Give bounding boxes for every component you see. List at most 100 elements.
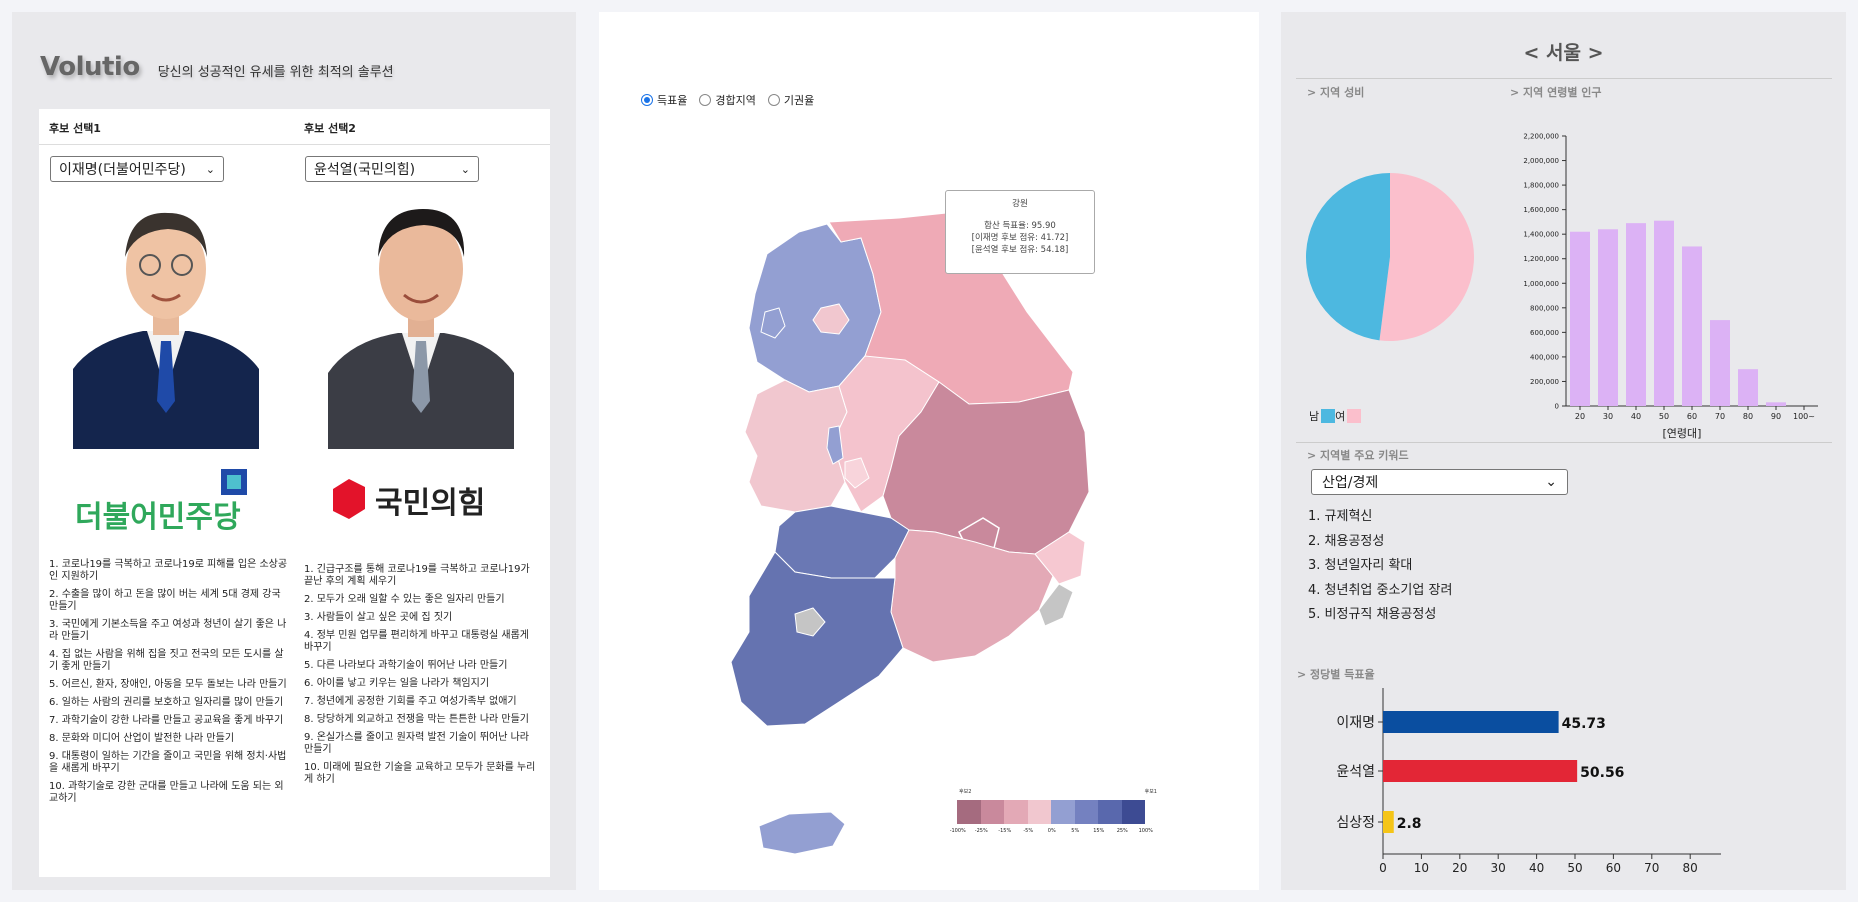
pledge-item: 5. 다른 나라보다 과학기술이 뛰어난 나라 만들기 (304, 660, 508, 671)
y-tick-label: 2,200,000 (1523, 133, 1559, 141)
legend-tick: -5% (1023, 828, 1034, 834)
x-tick-label: 40 (1631, 412, 1641, 421)
pledge-item: 8. 당당하게 외교하고 전쟁을 막는 튼튼한 나라 만들기 (304, 714, 529, 725)
vote-bar (1383, 711, 1559, 733)
pie-slice-female (1379, 173, 1474, 341)
tooltip-region: 강원 (1012, 199, 1028, 209)
region-jeonnam (730, 551, 904, 727)
pledge-item: 7. 청년에게 공정한 기회를 주고 여성가족부 없애기 (304, 696, 517, 707)
y-tick-label: 1,400,000 (1523, 231, 1559, 239)
region-title[interactable]: < 서울 > (1281, 38, 1846, 65)
x-tick-label: 90 (1771, 412, 1781, 421)
korea-choropleth-map (730, 209, 1090, 855)
map-legend: 후보2 후보1 -100% -25% -15% -5% 0% 5% 15% 25% 100% (950, 788, 1158, 834)
pie-slice-male (1305, 173, 1390, 341)
keyword-item: 4. 청년취업 중소기업 장려 (1308, 582, 1453, 598)
legend-tick: 100% (1138, 828, 1153, 834)
legend-swatch (1121, 800, 1145, 824)
x-tick-label: 80 (1683, 861, 1698, 875)
x-tick-label: 60 (1687, 412, 1697, 421)
x-tick-label: 60 (1606, 861, 1621, 875)
candidate-label: 이재명 (1336, 715, 1375, 731)
candidate2-photo (328, 191, 514, 449)
legend-color-scale (957, 800, 1158, 824)
party1-logo: 더불어민주당 (73, 469, 273, 535)
pledge-item: 9. 대통령이 일하는 기간을 줄이고 국민을 위해 정치·사법을 새롭게 바꾸… (49, 751, 287, 774)
tagline: 당신의 성공적인 유세를 위한 최적의 솔루션 (157, 64, 394, 80)
keyword-category-select[interactable]: 산업/경제 ⌄ (1311, 469, 1568, 495)
legend-tick: -25% (974, 828, 988, 834)
map-legend-labels: 후보2 후보1 (957, 788, 1157, 798)
age-bar (1738, 369, 1758, 406)
y-tick-label: 800,000 (1530, 304, 1559, 312)
y-tick-label: 1,600,000 (1523, 206, 1559, 214)
y-tick-label: 0 (1555, 403, 1559, 411)
legend-swatch (957, 800, 981, 824)
region-jeonbuk (774, 505, 910, 579)
x-tick-label: 70 (1644, 861, 1659, 875)
vote-bar (1383, 811, 1394, 833)
legend-ticks: -100% -25% -15% -5% 0% 5% 15% 25% 100% (946, 828, 1158, 834)
pledge-item: 6. 일하는 사람의 권리를 보호하고 일자리를 많이 만들기 (49, 697, 284, 708)
vote-value-label: 50.56 (1580, 765, 1624, 781)
sex-ratio-pie-chart (1305, 173, 1474, 341)
tooltip-cand1-share: [이재명 후보 점유: 41.72] (971, 233, 1069, 243)
pledge-item: 6. 아이를 낳고 키우는 일을 나라가 책임지기 (304, 678, 490, 689)
x-tick-label: 20 (1452, 861, 1467, 875)
vote-bar (1383, 760, 1578, 782)
legend-tick: -100% (949, 828, 966, 834)
keyword-item: 2. 채용공정성 (1308, 533, 1385, 549)
age-bar (1626, 223, 1646, 406)
candidate2-select[interactable]: 윤석열(국민의힘) ⌄ (305, 156, 479, 182)
legend-female-swatch (1347, 409, 1362, 423)
legend-swatch (980, 800, 1004, 824)
candidate1-select[interactable]: 이재명(더불어민주당) ⌄ (50, 156, 224, 182)
chevron-down-icon: ⌄ (460, 162, 470, 176)
tooltip-total-rate: 합산 득표율: 95.90 (984, 221, 1056, 231)
vote-value-label: 2.8 (1397, 816, 1422, 832)
pledge-item: 4. 정부 민원 업무를 편리하게 바꾸고 대통령실 새롭게 바꾸기 (304, 630, 529, 653)
pledge-item: 1. 긴급구조를 통해 코로나19를 극복하고 코로나19가 끝난 후의 계획 … (304, 564, 530, 587)
candidate1-select-value: 이재명(더불어민주당) (59, 162, 186, 178)
x-tick-label: 30 (1603, 412, 1613, 421)
legend-tick: 5% (1071, 828, 1080, 834)
region-tooltip: 강원 합산 득표율: 95.90 [이재명 후보 점유: 41.72] [윤석열… (945, 190, 1095, 274)
x-tick-label: 70 (1715, 412, 1725, 421)
keywords-label: > 지역별 주요 키워드 (1307, 449, 1409, 462)
candidate2-pledge-list: 1. 긴급구조를 통해 코로나19를 극복하고 코로나19가 끝난 후의 계획 … (304, 564, 536, 792)
keyword-item: 1. 규제혁신 (1308, 509, 1373, 524)
age-bar (1710, 320, 1730, 406)
legend-left-label: 후보2 (959, 789, 972, 795)
pledge-item: 3. 사람들이 살고 싶은 곳에 집 짓기 (304, 612, 453, 623)
candidate-label: 심상정 (1336, 815, 1375, 831)
candidate2-select-value: 윤석열(국민의힘) (314, 162, 416, 178)
keyword-list: 1. 규제혁신 2. 채용공정성 3. 청년일자리 확대 4. 청년취업 중소기업 장… (1308, 505, 1452, 628)
x-tick-label: 80 (1743, 412, 1753, 421)
candidate1-photo (73, 191, 259, 449)
legend-male-label: 남 (1309, 410, 1320, 423)
x-tick-label: 20 (1575, 412, 1585, 421)
pledge-item: 5. 어르신, 환자, 장애인, 아동을 모두 돌보는 나라 만들기 (49, 679, 287, 690)
y-tick-label: 2,000,000 (1523, 157, 1559, 165)
x-tick-label: 50 (1567, 861, 1582, 875)
y-tick-label: 1,200,000 (1523, 255, 1559, 263)
x-tick-label: 0 (1379, 861, 1387, 875)
age-population-bar-chart: 0 200,000 400,000 600,000 800,000 1,000,000 1,… (1523, 133, 1818, 440)
x-axis-label: [연령대] (1663, 427, 1702, 440)
party-votes-label: > 정당별 득표율 (1297, 668, 1375, 681)
age-bar (1682, 246, 1702, 406)
pledge-item: 10. 미래에 필요한 기술을 교육하고 모두가 문화를 누리게 하기 (304, 762, 536, 785)
x-tick-label: 50 (1659, 412, 1669, 421)
chevron-down-icon: ⌄ (205, 162, 215, 176)
y-tick-label: 1,000,000 (1523, 280, 1559, 288)
x-tick-label: 40 (1529, 861, 1544, 875)
legend-swatch (1074, 800, 1098, 824)
keyword-item: 5. 비정규직 채용공정성 (1308, 607, 1437, 622)
candidate-header: 후보 선택1 후보 선택2 (39, 109, 550, 145)
legend-swatch (1004, 800, 1028, 824)
region-info-panel: < 서울 > > 지역 성비 > 지역 연령별 인구 남 여 0 200,000 4… (1281, 12, 1846, 890)
region-jeju (758, 811, 846, 855)
legend-male-swatch (1321, 409, 1336, 423)
divider (1296, 442, 1832, 443)
legend-tick: 25% (1116, 828, 1128, 834)
